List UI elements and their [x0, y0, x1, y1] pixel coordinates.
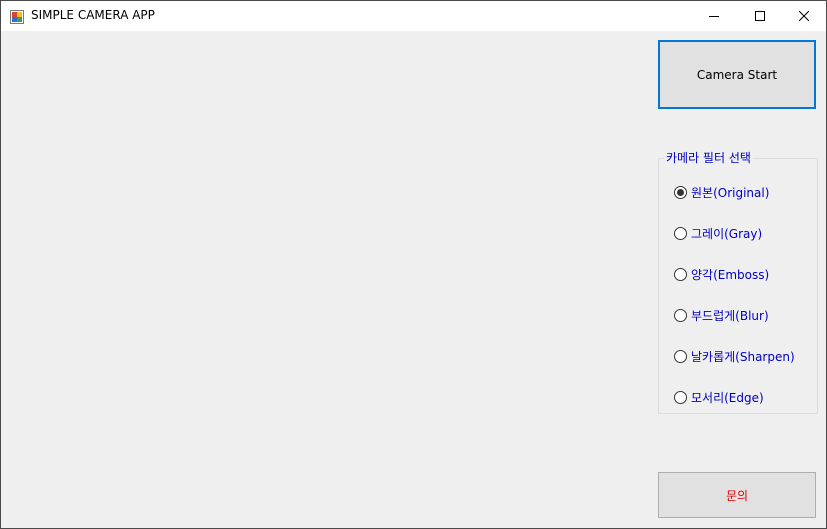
maximize-icon	[755, 11, 765, 21]
close-icon	[799, 11, 809, 21]
title-bar[interactable]: SIMPLE CAMERA APP	[1, 1, 826, 31]
radio-blur[interactable]: 부드럽게(Blur)	[674, 306, 769, 324]
radio-emboss[interactable]: 양각(Emboss)	[674, 265, 769, 283]
radio-original[interactable]: 원본(Original)	[674, 183, 769, 201]
minimize-button[interactable]	[691, 1, 737, 31]
radio-sharpen[interactable]: 날카롭게(Sharpen)	[674, 347, 795, 365]
radio-button[interactable]	[674, 390, 687, 404]
radio-label[interactable]: 원본(Original)	[691, 184, 769, 201]
radio-label[interactable]: 양각(Emboss)	[691, 266, 769, 283]
app-window: SIMPLE CAMERA APP Camera Start 카메라 필터 선택	[0, 0, 827, 529]
radio-button[interactable]	[674, 267, 687, 281]
radio-selected-dot	[677, 188, 684, 196]
app-icon	[10, 9, 24, 24]
radio-label[interactable]: 부드럽게(Blur)	[691, 307, 769, 324]
maximize-button[interactable]	[737, 1, 783, 31]
radio-label[interactable]: 모서리(Edge)	[691, 389, 764, 406]
radio-button[interactable]	[674, 308, 687, 322]
inquiry-button[interactable]: 문의	[658, 472, 816, 518]
camera-preview	[1, 31, 641, 528]
filter-groupbox: 카메라 필터 선택 원본(Original) 그레이(Gray) 양각(Embo…	[658, 150, 818, 414]
radio-button[interactable]	[674, 226, 687, 240]
client-area: Camera Start 카메라 필터 선택 원본(Original) 그레이(…	[1, 31, 826, 528]
camera-start-button[interactable]: Camera Start	[658, 40, 816, 109]
radio-label[interactable]: 그레이(Gray)	[691, 225, 762, 242]
radio-gray[interactable]: 그레이(Gray)	[674, 224, 762, 242]
filter-group-title: 카메라 필터 선택	[664, 150, 753, 166]
minimize-icon	[709, 11, 719, 21]
radio-label[interactable]: 날카롭게(Sharpen)	[691, 348, 795, 365]
radio-edge[interactable]: 모서리(Edge)	[674, 388, 764, 406]
radio-button-checked[interactable]	[674, 185, 687, 199]
close-button[interactable]	[781, 1, 826, 31]
window-title: SIMPLE CAMERA APP	[31, 8, 155, 22]
radio-button[interactable]	[674, 349, 687, 363]
